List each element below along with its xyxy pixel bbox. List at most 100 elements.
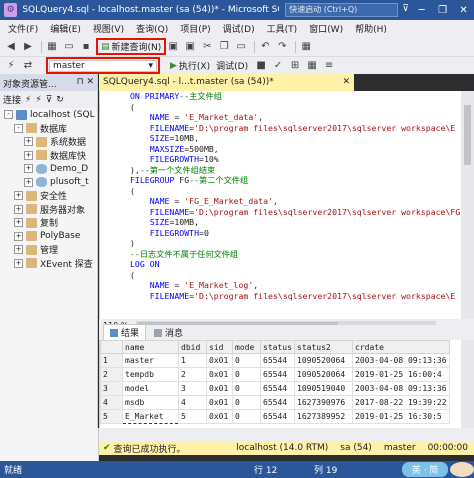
table-row[interactable]: 1 master 1 0x01 0 65544 1090520064 2003-04-08 0…: [100, 353, 450, 368]
table-cell[interactable]: master: [122, 353, 179, 368]
copy-icon[interactable]: ❐: [217, 40, 231, 54]
code-line[interactable]: --日志文件不属于任何文件组: [100, 249, 461, 260]
table-cell[interactable]: 0x01: [206, 409, 233, 424]
mdx-query-icon[interactable]: ▣: [183, 40, 197, 54]
disconnect-icon[interactable]: ⚡: [35, 95, 41, 105]
new-project-icon[interactable]: ▦: [45, 40, 59, 54]
menu-view[interactable]: 视图(V): [87, 22, 130, 35]
tree-node[interactable]: + 数据库快: [0, 149, 97, 163]
sql-editor[interactable]: ON PRIMARY--主文件组( NAME = 'E_Market_data'…: [99, 91, 461, 319]
menu-project[interactable]: 项目(P): [174, 22, 216, 35]
row-number[interactable]: 3: [100, 381, 123, 396]
table-cell[interactable]: 2: [178, 367, 207, 382]
execute-button[interactable]: ▶ 执行(X): [170, 59, 210, 73]
code-line[interactable]: ),--第一个文件组结束: [100, 165, 461, 176]
menu-window[interactable]: 窗口(W): [303, 22, 349, 35]
minimize-button[interactable]: ─: [411, 5, 432, 16]
tree-node[interactable]: + Demo_D: [0, 162, 97, 176]
tab-messages[interactable]: 消息: [148, 325, 189, 340]
table-cell[interactable]: 65544: [260, 381, 295, 396]
collapse-icon[interactable]: -: [14, 123, 23, 133]
row-number[interactable]: 2: [100, 367, 123, 382]
menu-tools[interactable]: 工具(T): [261, 22, 304, 35]
code-line[interactable]: FILEGROWTH=10%: [100, 154, 461, 165]
database-dropdown[interactable]: master ▾: [49, 59, 157, 72]
table-cell[interactable]: E_Market: [122, 409, 179, 424]
code-line[interactable]: FILEGROUP FG--第二个文件组: [100, 175, 461, 186]
code-line[interactable]: ON PRIMARY--主文件组: [100, 91, 461, 102]
db-query-icon[interactable]: ▣: [166, 40, 180, 54]
table-cell[interactable]: 0x01: [206, 367, 233, 382]
menu-debug[interactable]: 调试(D): [217, 22, 261, 35]
tree-node[interactable]: + 系统数据: [0, 135, 97, 149]
table-cell[interactable]: 3: [178, 381, 207, 396]
tree-node[interactable]: + plusoft_t: [0, 176, 97, 190]
collapse-icon[interactable]: -: [4, 110, 13, 120]
code-line[interactable]: FILENAME='D:\program files\sqlserver2017…: [100, 207, 461, 218]
code-line[interactable]: NAME = 'E_Market_log',: [100, 280, 461, 291]
code-line[interactable]: NAME = 'E_Market_data',: [100, 112, 461, 123]
ime-indicator[interactable]: 英 · 简: [402, 462, 448, 477]
table-row[interactable]: 4 msdb 4 0x01 0 65544 1627390976 2017-08-22 19:…: [100, 395, 450, 410]
connect-icon[interactable]: ⚡: [4, 59, 18, 73]
code-line[interactable]: FILENAME='D:\program files\sqlserver2017…: [100, 291, 461, 302]
connect-icon[interactable]: ⚡: [25, 95, 31, 105]
code-line[interactable]: (: [100, 102, 461, 113]
code-line[interactable]: SIZE=10MB,: [100, 217, 461, 228]
table-cell[interactable]: tempdb: [122, 367, 179, 382]
column-header[interactable]: [100, 340, 123, 354]
table-cell[interactable]: 65544: [260, 395, 295, 410]
plan-icon[interactable]: ⊞: [288, 59, 302, 73]
expand-icon[interactable]: +: [14, 218, 23, 228]
table-cell[interactable]: 0: [232, 367, 261, 382]
table-cell[interactable]: 0: [232, 409, 261, 424]
close-button[interactable]: ✕: [453, 5, 474, 16]
column-header[interactable]: status2: [294, 340, 353, 354]
table-cell[interactable]: 0: [232, 395, 261, 410]
maximize-button[interactable]: ❐: [432, 5, 453, 16]
comment-icon[interactable]: ≡: [322, 59, 336, 73]
expand-icon[interactable]: +: [24, 150, 33, 160]
code-line[interactable]: FILENAME='D:\program files\sqlserver2017…: [100, 123, 461, 134]
tree-node[interactable]: - 数据库: [0, 122, 97, 136]
results-grid-icon[interactable]: ▦: [305, 59, 319, 73]
solution-icon[interactable]: ▦: [299, 40, 313, 54]
code-line[interactable]: NAME = 'FG_E_Market_data',: [100, 196, 461, 207]
code-line[interactable]: FILEGROWTH=0: [100, 228, 461, 239]
refresh-icon[interactable]: ↻: [56, 95, 64, 105]
new-query-button[interactable]: ▤ 新建查询(N): [96, 38, 167, 55]
expand-icon[interactable]: +: [24, 137, 33, 147]
table-row[interactable]: 5 E_Market 5 0x01 0 65544 1627389952 2019-01-25…: [100, 409, 450, 424]
menu-query[interactable]: 查询(Q): [130, 22, 174, 35]
undo-icon[interactable]: ↶: [258, 40, 272, 54]
debug-button[interactable]: 调试(D): [216, 59, 248, 72]
table-cell[interactable]: 1627389952: [294, 409, 353, 424]
table-cell[interactable]: 0: [232, 381, 261, 396]
change-connection-icon[interactable]: ⇄: [21, 59, 35, 73]
table-cell[interactable]: 1090520064: [294, 353, 353, 368]
back-icon[interactable]: ◀: [4, 40, 18, 54]
stop-icon[interactable]: ■: [254, 59, 268, 73]
table-cell[interactable]: 2003-04-08 09:13:36: [352, 353, 450, 368]
expand-icon[interactable]: +: [24, 177, 33, 187]
scrollbar-thumb[interactable]: [464, 105, 471, 165]
tab-sqlquery4[interactable]: SQLQuery4.sql - l...t.master (sa (54))* …: [99, 74, 354, 91]
code-line[interactable]: (: [100, 270, 461, 281]
table-cell[interactable]: 2019-01-25 16:00:4: [352, 367, 450, 382]
forward-icon[interactable]: ▶: [21, 40, 35, 54]
table-cell[interactable]: msdb: [122, 395, 179, 410]
expand-icon[interactable]: +: [14, 204, 23, 214]
table-cell[interactable]: model: [122, 381, 179, 396]
menu-file[interactable]: 文件(F): [2, 22, 44, 35]
column-header[interactable]: name: [122, 340, 179, 354]
tab-results[interactable]: 结果: [103, 324, 147, 340]
menu-edit[interactable]: 编辑(E): [44, 22, 87, 35]
column-header[interactable]: dbid: [178, 340, 207, 354]
redo-icon[interactable]: ↷: [275, 40, 289, 54]
expand-icon[interactable]: +: [24, 164, 33, 174]
table-cell[interactable]: 0x01: [206, 381, 233, 396]
filter-icon[interactable]: ⊽: [400, 4, 411, 16]
results-vertical-scrollbar[interactable]: [461, 340, 474, 428]
code-line[interactable]: LOG ON: [100, 259, 461, 270]
table-cell[interactable]: 0x01: [206, 395, 233, 410]
